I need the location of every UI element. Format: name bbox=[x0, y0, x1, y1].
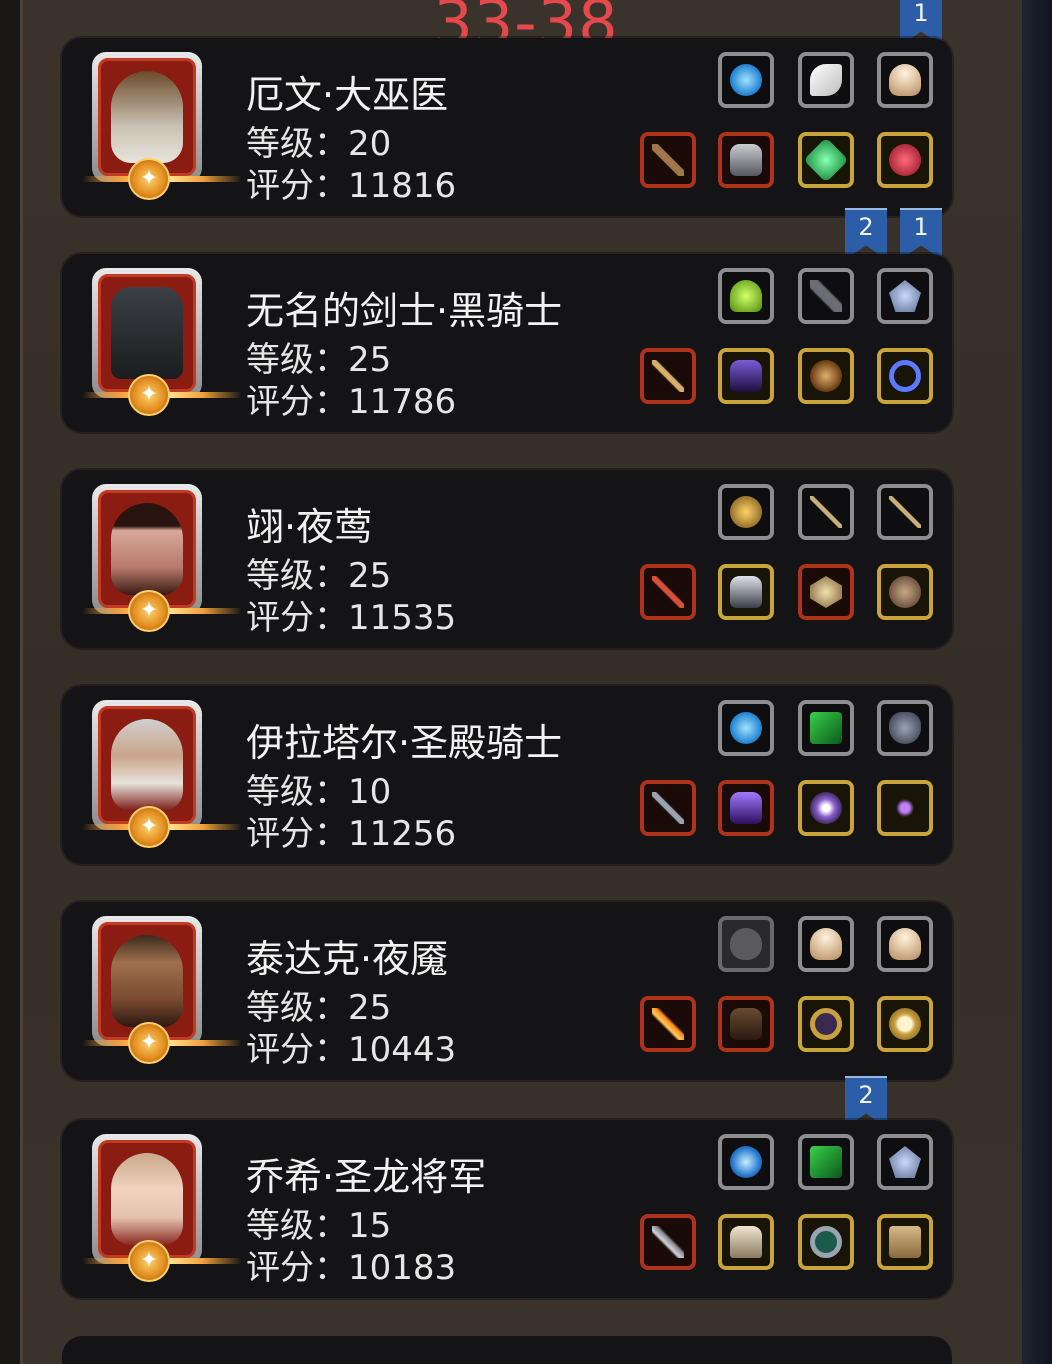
purple-armor-icon[interactable] bbox=[718, 348, 774, 404]
bow-icon[interactable] bbox=[798, 484, 854, 540]
hero-score: 评分：10183 bbox=[246, 1248, 457, 1288]
hero-name: 乔希·圣龙将军 bbox=[246, 1155, 487, 1199]
hero-card[interactable]: ✦ 泰达克·夜魇 等级：25 评分：10443 bbox=[62, 902, 952, 1080]
hero-score: 评分：11786 bbox=[246, 382, 457, 422]
hero-score: 评分：11816 bbox=[246, 166, 457, 206]
purple-armor-icon[interactable] bbox=[718, 780, 774, 836]
hammer-icon[interactable] bbox=[640, 780, 696, 836]
star-badge-icon: ✦ bbox=[128, 1240, 170, 1282]
crest-icon[interactable] bbox=[877, 1134, 933, 1190]
hero-card[interactable]: ✦ 无名的剑士·黑骑士 等级：25 评分：11786 bbox=[62, 254, 952, 432]
portrait-icon bbox=[111, 935, 183, 1027]
feather-icon[interactable] bbox=[798, 52, 854, 108]
sword-icon[interactable] bbox=[640, 348, 696, 404]
fur-icon[interactable] bbox=[798, 916, 854, 972]
jewel-ring-icon[interactable] bbox=[877, 996, 933, 1052]
portrait-icon bbox=[111, 503, 183, 595]
hero-card[interactable]: ✦ 伊拉塔尔·圣殿骑士 等级：10 评分：11256 bbox=[62, 686, 952, 864]
star-badge-icon: ✦ bbox=[128, 590, 170, 632]
orb-icon[interactable] bbox=[718, 52, 774, 108]
hero-name: 泰达克·夜魇 bbox=[246, 937, 449, 981]
skull-mask-icon[interactable] bbox=[877, 564, 933, 620]
dark-mask-icon[interactable] bbox=[877, 700, 933, 756]
hero-score: 评分：11256 bbox=[246, 814, 457, 854]
emerald-ring-icon[interactable] bbox=[798, 1214, 854, 1270]
green-crystal-icon[interactable] bbox=[718, 268, 774, 324]
gem-icon[interactable] bbox=[798, 564, 854, 620]
hero-name: 无名的剑士·黑骑士 bbox=[246, 289, 563, 333]
hero-card[interactable]: ✦ 翊·夜莺 等级：25 评分：11535 bbox=[62, 470, 952, 648]
golden-mask-icon[interactable] bbox=[718, 484, 774, 540]
robe-icon[interactable] bbox=[718, 1214, 774, 1270]
star-badge-icon: ✦ bbox=[128, 158, 170, 200]
greatsword-icon[interactable] bbox=[640, 1214, 696, 1270]
heart-amulet-icon[interactable] bbox=[877, 132, 933, 188]
bow-icon[interactable] bbox=[877, 484, 933, 540]
portrait-icon bbox=[111, 719, 183, 811]
crest-icon[interactable] bbox=[877, 268, 933, 324]
right-border bbox=[1022, 0, 1052, 1364]
ring-icon[interactable] bbox=[877, 348, 933, 404]
red-sword-icon[interactable] bbox=[640, 564, 696, 620]
fur-icon[interactable] bbox=[877, 916, 933, 972]
star-badge-icon: ✦ bbox=[128, 374, 170, 416]
hero-name: 伊拉塔尔·圣殿骑士 bbox=[246, 721, 563, 765]
bracelet-icon[interactable] bbox=[798, 348, 854, 404]
hero-score: 评分：10443 bbox=[246, 1030, 457, 1070]
hero-card[interactable]: ✦ 厄文·大巫医 等级：20 评分：11816 bbox=[62, 38, 952, 216]
leather-armor-icon[interactable] bbox=[718, 996, 774, 1052]
fur-icon[interactable] bbox=[877, 52, 933, 108]
hero-name: 翊·夜莺 bbox=[246, 505, 373, 549]
eye-ring-icon[interactable] bbox=[798, 780, 854, 836]
portrait-icon bbox=[111, 287, 183, 379]
staff-icon[interactable] bbox=[640, 132, 696, 188]
portrait-icon bbox=[111, 1153, 183, 1245]
blade-icon[interactable] bbox=[640, 996, 696, 1052]
portrait-icon bbox=[111, 71, 183, 163]
star-badge-icon: ✦ bbox=[128, 806, 170, 848]
green-tome-icon[interactable] bbox=[798, 1134, 854, 1190]
hero-name: 厄文·大巫医 bbox=[246, 73, 449, 117]
star-badge-icon: ✦ bbox=[128, 1022, 170, 1064]
green-tome-icon[interactable] bbox=[798, 700, 854, 756]
blue-orb-icon[interactable] bbox=[718, 1134, 774, 1190]
scroll-icon[interactable] bbox=[877, 1214, 933, 1270]
dagger-icon[interactable] bbox=[798, 268, 854, 324]
hero-score: 评分：11535 bbox=[246, 598, 457, 638]
left-border bbox=[0, 0, 20, 1364]
orb-icon[interactable] bbox=[718, 700, 774, 756]
emerald-icon[interactable] bbox=[798, 132, 854, 188]
gold-ring-icon[interactable] bbox=[798, 996, 854, 1052]
next-card-edge bbox=[62, 1336, 952, 1364]
hero-card[interactable]: ✦ 乔希·圣龙将军 等级：15 评分：10183 bbox=[62, 1120, 952, 1298]
armor-icon[interactable] bbox=[718, 132, 774, 188]
plate-armor-icon[interactable] bbox=[718, 564, 774, 620]
amulet-icon[interactable] bbox=[877, 780, 933, 836]
empty-flame-icon[interactable] bbox=[718, 916, 774, 972]
